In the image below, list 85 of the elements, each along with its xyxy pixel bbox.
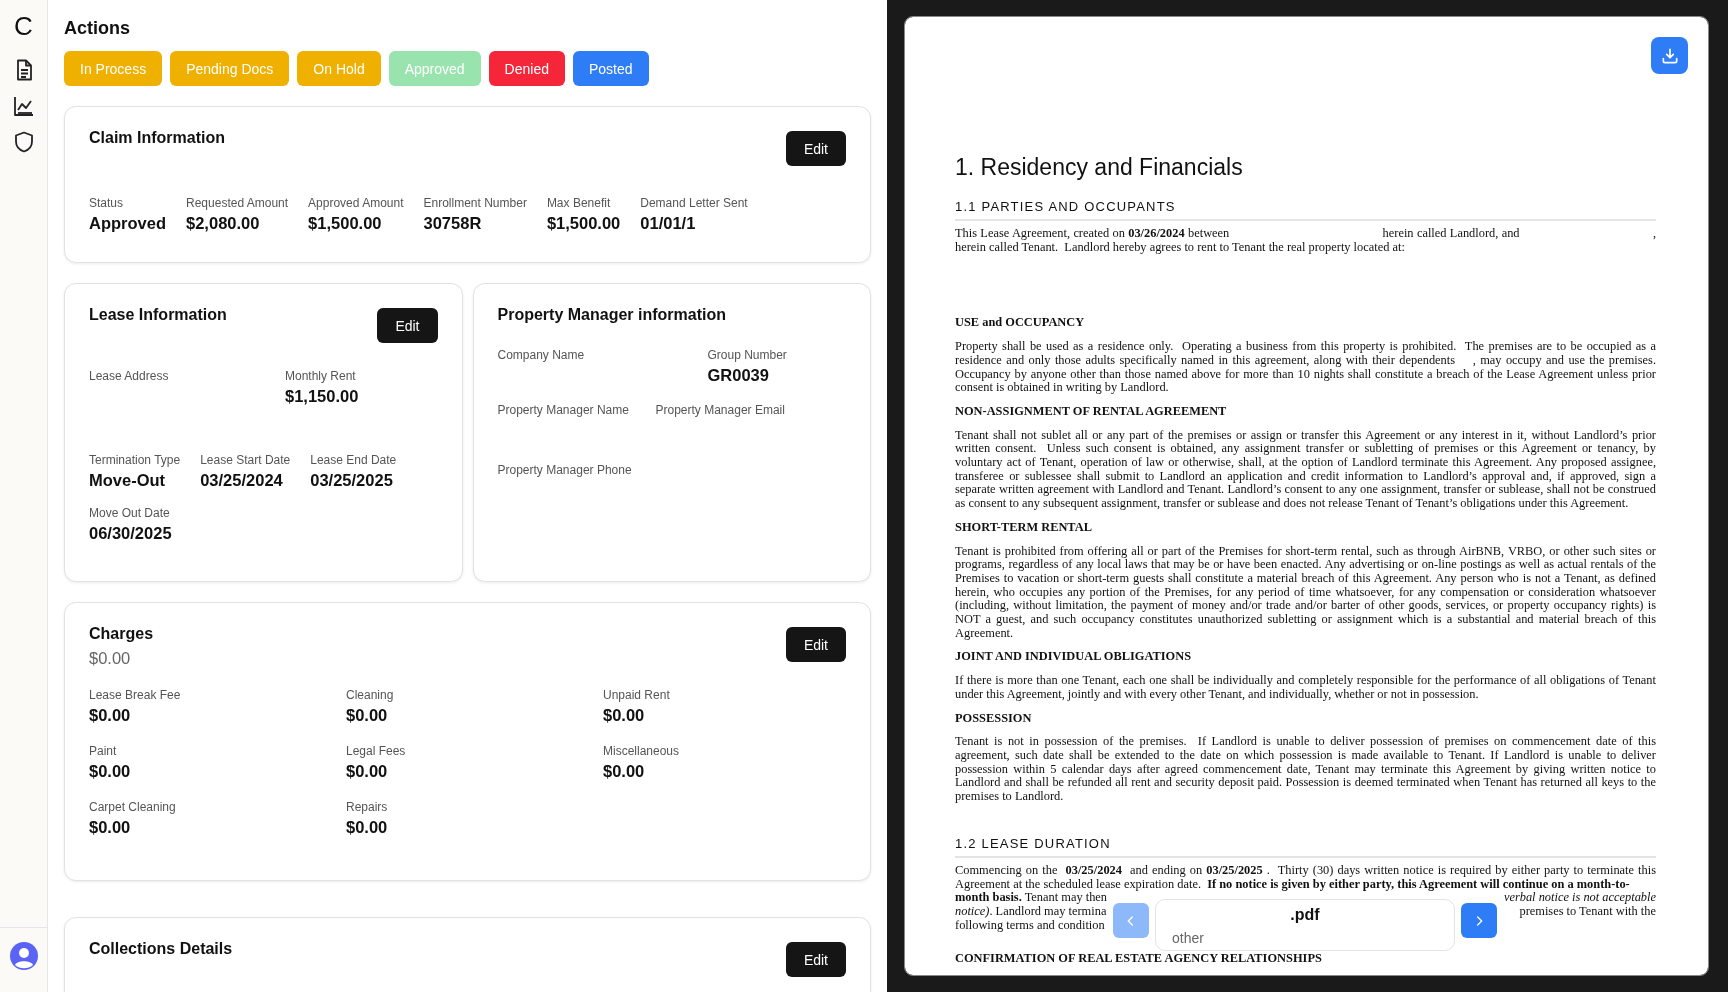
field-value: $0.00 — [346, 706, 389, 725]
card-title: Charges — [89, 625, 154, 643]
field-label: Max Benefit — [546, 196, 612, 210]
field-value: 03/25/2025 — [310, 471, 394, 490]
next-button[interactable] — [1461, 903, 1497, 938]
field-label: Approved Amount — [308, 196, 404, 210]
section-heading: 1.2 LEASE DURATION — [955, 835, 1656, 858]
clause-heading: POSSESSION — [955, 711, 1033, 726]
download-button[interactable] — [1651, 37, 1688, 74]
file-type: other — [1172, 930, 1205, 946]
clause-heading: JOINT AND INDIVIDUAL OBLIGATIONS — [955, 650, 1193, 665]
clause-text-fragment: notice). Landlord may termina — [955, 904, 1107, 919]
clause-paragraph: Tenant is prohibited from offering all or part of the Premises for short-term rental, such as through AirBNB, VRBO, or other such sites or programs, regardless of any local laws that may be or have been enacted. Any advertising or on-line postings as well as actual rentals of the Premises to vacation or short-term guests shall constitute a material breach of this Agreement. Any person who is not a Tenant, as defined herein, who occupies any portion of the Premises, for any period of time whatsoever, for any compensation or consideration whatsoever (including, without limitation, the payment of money and/or trade and/or barter of other goods, services, or property occupancy rights) is NOT a guest, and such occupancy constitutes unauthorized subletting or assignment which is a substantial and material breach of this Agreement. — [955, 544, 1656, 641]
clause-paragraph: Tenant shall not sublet all or any part of the premises or assign or transfer this Agreement or any interest in it, without Landlord’s prior written consent. Unless such consent is obtained, any assignment transfer or subletting of premises or this Agreement or tenancy, by voluntary act of Tenant, operation of law or otherwise, shall, at the option of Landlord terminate this Agreement. Any proposed assignee, transferee or sublessee shall submit to Landlord an application and credit information to Landlord’s approval and, if approved, sign a separate written agreement with Landlord and Tenant. Landlord’s consent to any one assignment, transfer or sublease, shall not be construed as consent to any subsequent assignment, transfer or sublease and does not release Tenant of Tenant’s obligations under this Agreement. — [955, 428, 1656, 511]
edit-button[interactable]: Edit — [785, 131, 846, 166]
field-label: Monthly Rent — [285, 369, 357, 383]
status-button[interactable]: Denied — [488, 51, 565, 86]
field-label: Enrollment Number — [423, 196, 527, 210]
field-value: Approved — [89, 214, 166, 233]
clause-paragraph: Tenant is not in possession of the premises. If Landlord is unable to deliver possession of premises on commencement date of this agreement, such date shall be extended to the date on which possession is made available to Tenant. If Landlord is unable to deliver possession within 5 calendar days after agreed commencement date, Tenant may terminate this Agreement by giving written notice to Landlord and shall be refunded all rent and security deposit paid. Possession is deemed terminated when Tenant has returned all keys to the premises to Landlord. — [955, 735, 1656, 804]
field-label: Cleaning — [346, 688, 395, 702]
edit-button[interactable]: Edit — [377, 308, 438, 343]
field-value: $0.00 — [603, 706, 646, 725]
clause-text-fragment: following terms and condition — [955, 918, 1105, 933]
field-value: Move-Out — [89, 471, 167, 490]
clause-paragraph: If there is more than one Tenant, each one shall be individually and completely responsible for the performance of all obligations of Tenant under this Agreement, jointly and with every other Tenant, and individually, whether or not in possession. — [955, 674, 1656, 702]
field-value: $0.00 — [346, 762, 389, 781]
field-value: $1,500.00 — [546, 214, 621, 233]
field-label: Company Name — [497, 348, 586, 362]
section-heading: 1.1 PARTIES AND OCCUPANTS — [955, 199, 1656, 221]
field-value: 01/01/1 — [640, 214, 697, 233]
edit-button[interactable]: Edit — [785, 627, 846, 662]
field-label: Status — [89, 196, 125, 210]
field-label: Move Out Date — [89, 506, 171, 520]
field-label: Property Manager Phone — [497, 463, 633, 477]
field-label: Termination Type — [89, 453, 181, 467]
field-value: $0.00 — [346, 818, 389, 837]
field-label: Lease Address — [89, 369, 170, 383]
field-label: Lease End Date — [310, 453, 397, 467]
field-value: $0.00 — [89, 818, 132, 837]
clause-heading: SHORT-TERM RENTAL — [955, 520, 1093, 535]
clause-heading: USE and OCCUPANCY — [955, 316, 1086, 331]
field-label: Carpet Cleaning — [89, 800, 177, 814]
field-value: GR0039 — [707, 366, 770, 385]
field-label: Miscellaneous — [603, 744, 681, 758]
field-label: Lease Start Date — [200, 453, 291, 467]
clause-paragraph: Property shall be used as a residence only. Operating a business from this property is prohibited. The premises are to be occupied as a residence and only those adults specifically named in this agreement, along with their dependents , may occupy and use the premises. Occupancy by anyone other than those named above for more than 10 nights shall constitute a breach of the Lease Agreement unless prior consent is obtained in writing by Landlord. — [955, 340, 1656, 395]
actions-title: Actions — [64, 18, 131, 39]
field-label: Property Manager Email — [655, 403, 786, 417]
charges-total: $0.00 — [89, 649, 132, 668]
app-logo[interactable]: C — [14, 12, 33, 40]
status-button[interactable]: Posted — [573, 51, 649, 86]
edit-button[interactable]: Edit — [785, 942, 846, 977]
avatar-icon[interactable] — [9, 942, 38, 970]
clause-text-fragment: month basis. Tenant may then — [955, 891, 1108, 905]
clause-paragraph: This Lease Agreement, created on 03/26/2024 between herein called Landlord, and , herein called Tenant. Landlord hereby agrees to rent to Tenant the real property located at: — [955, 227, 1656, 255]
field-value: $0.00 — [603, 762, 646, 781]
field-label: Legal Fees — [346, 744, 407, 758]
field-label: Unpaid Rent — [603, 688, 671, 702]
field-label: Paint — [89, 744, 118, 758]
document-title: 1. Residency and Financials — [955, 154, 1244, 181]
card-title: Property Manager information — [497, 306, 726, 324]
field-value: 30758R — [423, 214, 483, 233]
field-value: $1,150.00 — [285, 387, 360, 406]
field-value: $0.00 — [89, 706, 132, 725]
chart-icon[interactable] — [11, 94, 36, 118]
field-value: $1,500.00 — [308, 214, 383, 233]
field-label: Demand Letter Sent — [640, 196, 748, 210]
field-value: $0.00 — [89, 762, 132, 781]
clause-heading: NON-ASSIGNMENT OF RENTAL AGREEMENT — [955, 404, 1228, 419]
field-label: Property Manager Name — [497, 403, 630, 417]
field-value: $2,080.00 — [186, 214, 261, 233]
clause-text-fragment: premises to Tenant with the — [1519, 904, 1656, 919]
field-label: Requested Amount — [186, 196, 289, 210]
field-label: Repairs — [346, 800, 389, 814]
card-title: Collections Details — [89, 940, 233, 958]
field-label: Lease Break Fee — [89, 688, 182, 702]
field-label: Group Number — [707, 348, 788, 362]
field-value: 03/25/2024 — [200, 471, 284, 490]
clause-heading: CONFIRMATION OF REAL ESTATE AGENCY RELATIONSHIPS — [955, 952, 1323, 966]
card-title: Lease Information — [89, 306, 227, 324]
clause-text-fragment: verbal notice is not acceptable — [1503, 891, 1656, 905]
field-value: 06/30/2025 — [89, 524, 173, 543]
card-title: Claim Information — [89, 129, 225, 147]
file-name: .pdf — [1290, 906, 1320, 924]
